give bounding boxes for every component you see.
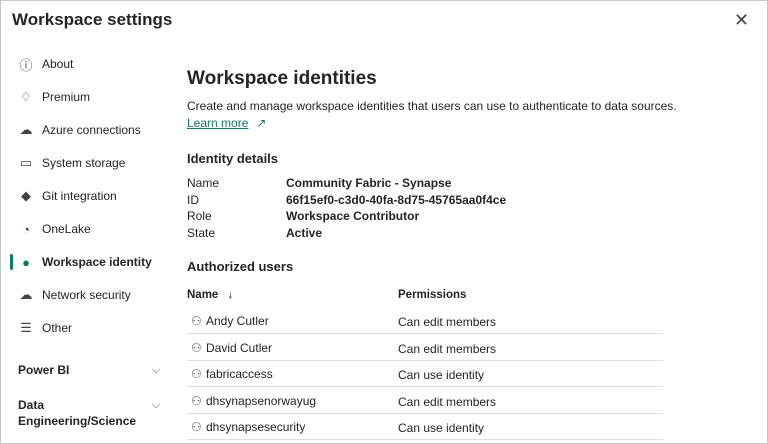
nav-item-label: Network security: [42, 288, 131, 302]
person-icon: ⚇: [191, 393, 202, 408]
page-title: Workspace identities: [187, 68, 377, 89]
table-row[interactable]: ⚇ dhsynapsesecurity Can use identity: [187, 414, 663, 440]
nav-item-label: About: [42, 57, 74, 71]
nav-item-azure-connections[interactable]: ☁ Azure connections: [0, 117, 175, 143]
person-icon: ⚇: [191, 420, 202, 434]
nav-item-label: Azure connections: [42, 123, 141, 137]
external-link-icon: ↗: [256, 116, 267, 130]
learn-more-link[interactable]: Learn more ↗: [187, 116, 266, 130]
nav-item-onelake[interactable]: ◔ OneLake: [0, 216, 175, 242]
cloud-shield-icon: ☁: [19, 287, 33, 302]
column-label: Name: [187, 289, 219, 301]
authorized-users-heading: Authorized users: [187, 259, 294, 274]
detail-value: Active: [286, 225, 323, 240]
group-label: Data Engineering/Science: [18, 398, 137, 428]
sort-arrow-icon: ↓: [227, 289, 234, 301]
user-name: dhsynapsenorwayug: [206, 393, 317, 408]
user-name: fabricaccess: [206, 367, 273, 381]
table-row[interactable]: ⚇ David Cutler Can edit members: [187, 335, 663, 361]
active-indicator: [10, 254, 13, 270]
nav-item-label: Other: [42, 321, 73, 335]
user-name: Andy Cutler: [206, 314, 269, 328]
group-data-engineering[interactable]: Data Engineering/Science ⌵: [18, 397, 160, 429]
person-icon: ⚇: [191, 367, 202, 381]
nav-item-label: Git integration: [42, 189, 117, 203]
nav-item-workspace-identity[interactable]: ● Workspace identity: [0, 249, 175, 275]
user-name: dhsynapsesecurity: [206, 420, 306, 434]
name-column-header[interactable]: Name ↓: [187, 289, 233, 301]
user-permission: Can edit members: [398, 394, 497, 409]
user-permission: Can edit members: [398, 315, 497, 329]
nav-item-label: System storage: [42, 156, 126, 170]
nav-item-network-security[interactable]: ☁ Network security: [0, 282, 175, 308]
nav-item-label: Premium: [42, 90, 91, 104]
person-icon: ⚇: [191, 314, 202, 328]
dialog-title: Workspace settings: [12, 10, 173, 29]
table-row[interactable]: ⚇ Andy Cutler Can edit members: [187, 308, 663, 334]
identity-details-heading: Identity details: [187, 151, 279, 166]
nav-item-label: OneLake: [42, 222, 91, 236]
diamond-icon: ♢: [20, 89, 32, 104]
nav-item-premium[interactable]: ♢ Premium: [0, 84, 175, 110]
person-icon: ●: [22, 254, 30, 270]
nav-item-system-storage[interactable]: ▭ System storage: [0, 150, 175, 176]
table-row[interactable]: ⚇ fabricaccess Can use identity: [187, 361, 663, 387]
user-name: David Cutler: [206, 340, 273, 355]
detail-key: Name: [187, 176, 220, 190]
detail-value: Community Fabric - Synapse: [286, 176, 452, 190]
close-icon[interactable]: ✕: [734, 10, 749, 30]
storage-icon: ▭: [19, 155, 33, 170]
detail-value: Workspace Contributor: [286, 209, 420, 223]
group-label: Power BI: [18, 363, 70, 377]
user-permission: Can edit members: [398, 341, 497, 356]
nav-item-other[interactable]: ☰ Other: [0, 315, 175, 341]
onelake-icon: ◔: [22, 221, 30, 237]
detail-value: 66f15ef0-c3d0-40fa-8d75-45765aa0f4ce: [286, 192, 507, 207]
user-permission: Can use identity: [398, 421, 485, 435]
nav-item-git-integration[interactable]: ◆ Git integration: [0, 183, 175, 209]
detail-key: Role: [187, 209, 212, 223]
info-icon: ⓘ: [19, 57, 33, 73]
permissions-column-header: Permissions: [398, 289, 467, 301]
group-power-bi[interactable]: Power BI ⌵: [18, 362, 168, 378]
list-icon: ☰: [20, 320, 32, 335]
cloud-link-icon: ☁: [19, 122, 33, 137]
detail-key: State: [187, 225, 216, 240]
detail-key: ID: [187, 192, 199, 207]
description: Create and manage workspace identities t…: [187, 99, 677, 113]
chevron-down-icon: ⌵: [152, 364, 161, 376]
user-permission: Can use identity: [398, 368, 485, 382]
person-icon: ⚇: [191, 340, 202, 355]
nav-item-label: Workspace identity: [42, 255, 152, 269]
git-icon: ◆: [21, 188, 31, 203]
table-row[interactable]: ⚇ dhsynapsenorwayug Can edit members: [187, 388, 663, 414]
chevron-down-icon: ⌵: [152, 399, 161, 411]
nav-item-about[interactable]: ⓘ About: [0, 51, 175, 77]
learn-more-label: Learn more: [187, 116, 249, 130]
